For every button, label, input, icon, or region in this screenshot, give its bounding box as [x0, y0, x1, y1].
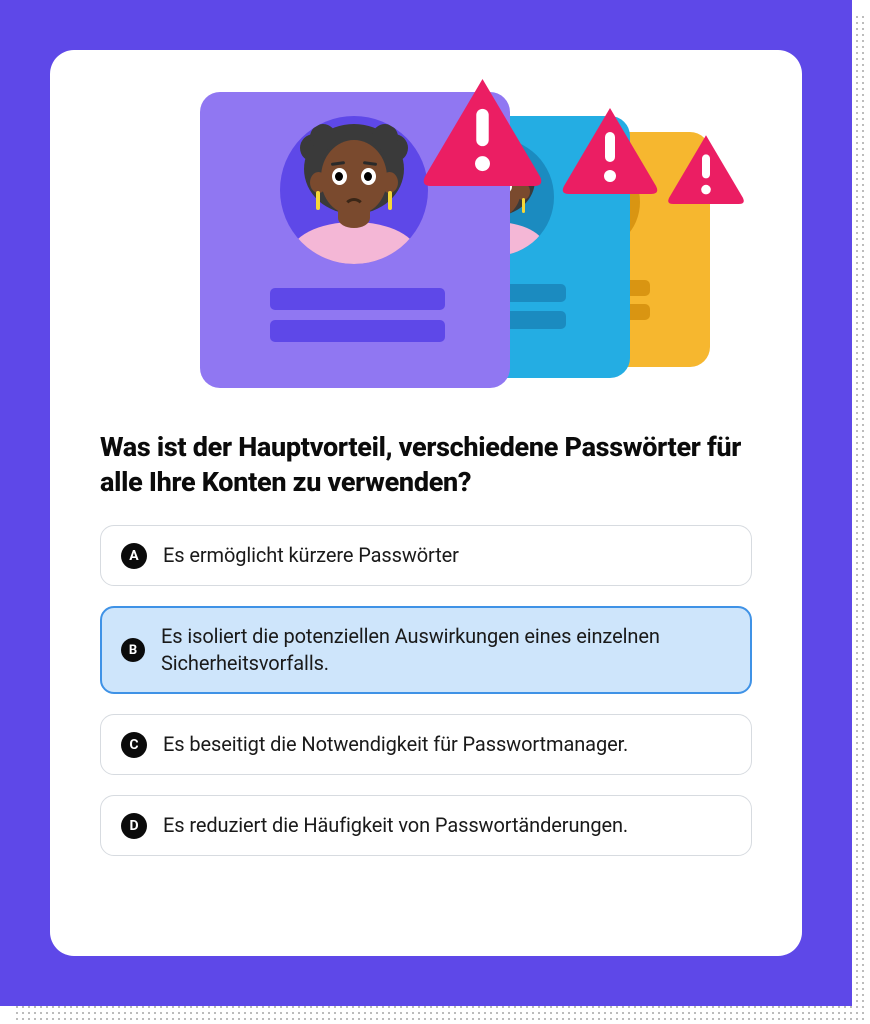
option-badge: D — [121, 813, 147, 839]
options-list: A Es ermöglicht kürzere Passwörter B Es … — [100, 525, 752, 856]
option-c[interactable]: C Es beseitigt die Notwendigkeit für Pas… — [100, 714, 752, 775]
quiz-illustration — [100, 90, 752, 400]
quiz-card: Was ist der Hauptvorteil, verschiedene P… — [50, 50, 802, 956]
warning-icon — [420, 74, 545, 186]
warning-icon — [666, 132, 746, 204]
option-label: Es isoliert die potenziellen Auswirkunge… — [161, 623, 731, 677]
option-badge: B — [121, 638, 145, 662]
option-b[interactable]: B Es isoliert die potenziellen Auswirkun… — [100, 606, 752, 694]
option-badge: C — [121, 732, 147, 758]
avatar-circle — [280, 116, 428, 264]
id-card-lines — [270, 288, 445, 352]
option-label: Es reduziert die Häufigkeit von Passwort… — [163, 812, 628, 839]
option-a[interactable]: A Es ermöglicht kürzere Passwörter — [100, 525, 752, 586]
warning-icon — [560, 104, 660, 194]
quiz-frame: Was ist der Hauptvorteil, verschiedene P… — [0, 0, 852, 1006]
question-text: Was ist der Hauptvorteil, verschiedene P… — [100, 430, 752, 499]
option-label: Es ermöglicht kürzere Passwörter — [163, 542, 459, 569]
option-badge: A — [121, 543, 147, 569]
option-label: Es beseitigt die Notwendigkeit für Passw… — [163, 731, 628, 758]
option-d[interactable]: D Es reduziert die Häufigkeit von Passwo… — [100, 795, 752, 856]
